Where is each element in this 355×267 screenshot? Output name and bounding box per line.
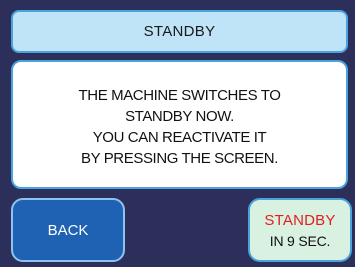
title-bar: STANDBY bbox=[11, 10, 348, 53]
message-text: THE MACHINE SWITCHES TO STANDBY NOW. YOU… bbox=[79, 85, 281, 169]
message-line-4: BY PRESSING THE SCREEN. bbox=[81, 149, 278, 167]
message-line-3: YOU CAN REACTIVATE IT bbox=[92, 128, 267, 146]
back-button[interactable]: BACK bbox=[11, 198, 125, 262]
standby-button-label: STANDBY bbox=[264, 211, 336, 229]
screen-title: STANDBY bbox=[143, 23, 216, 40]
standby-now-button[interactable]: STANDBY IN 9 SEC. bbox=[248, 198, 352, 262]
message-panel[interactable]: THE MACHINE SWITCHES TO STANDBY NOW. YOU… bbox=[11, 60, 348, 189]
back-button-label: BACK bbox=[47, 221, 89, 239]
message-line-2: STANDBY NOW. bbox=[125, 107, 234, 125]
message-line-1: THE MACHINE SWITCHES TO bbox=[78, 86, 281, 104]
standby-countdown: IN 9 SEC. bbox=[269, 232, 331, 249]
standby-screen: STANDBY THE MACHINE SWITCHES TO STANDBY … bbox=[0, 0, 355, 267]
